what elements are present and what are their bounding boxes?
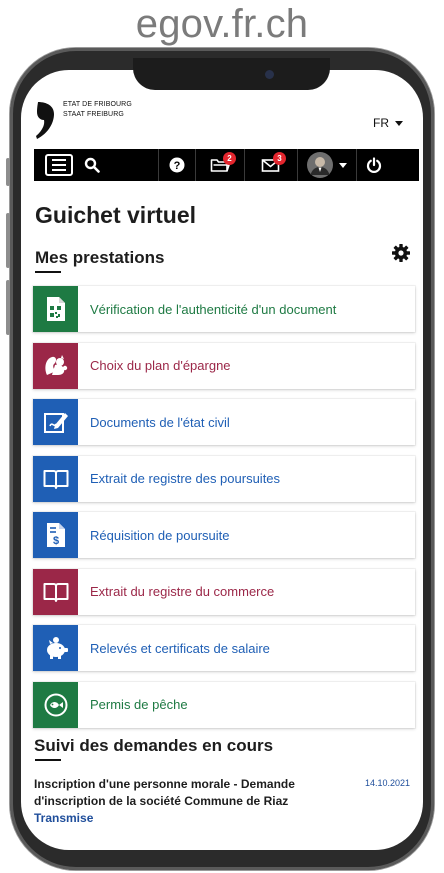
service-document-verification[interactable]: Vérification de l'authenticité d'un docu… bbox=[33, 286, 415, 332]
front-camera bbox=[265, 70, 274, 79]
help-button[interactable]: ? bbox=[159, 149, 195, 181]
open-book-icon bbox=[43, 469, 68, 489]
request-item[interactable]: Inscription d'une personne morale - Dema… bbox=[34, 776, 410, 827]
service-tile bbox=[33, 455, 78, 502]
svg-text:?: ? bbox=[174, 160, 181, 172]
request-date: 14.10.2021 bbox=[364, 778, 410, 788]
service-civil-status[interactable]: Documents de l'état civil bbox=[33, 399, 415, 445]
service-label: Documents de l'état civil bbox=[90, 414, 230, 430]
messages-badge: 3 bbox=[273, 152, 286, 165]
hamburger-icon bbox=[44, 154, 73, 176]
logo-text-fr: ETAT DE FRIBOURG bbox=[63, 101, 132, 108]
service-label: Extrait du registre du commerce bbox=[90, 584, 275, 599]
service-tile bbox=[33, 399, 78, 445]
top-navigation-bar: ? 2 3 bbox=[34, 149, 419, 181]
site-title: egov.fr.ch bbox=[135, 2, 309, 46]
phone-screen: ETAT DE FRIBOURG STAAT FREIBURG FR ? 2 3… bbox=[21, 70, 423, 850]
request-name: Inscription d'une personne morale - Dema… bbox=[34, 777, 295, 808]
service-label: Relevés et certificats de salaire bbox=[90, 640, 270, 656]
user-menu-button[interactable] bbox=[298, 149, 356, 181]
requests-heading: Suivi des demandes en cours bbox=[34, 736, 274, 755]
phone-side-button bbox=[6, 213, 10, 268]
messages-button[interactable]: 3 bbox=[245, 149, 297, 181]
services-heading: Mes prestations bbox=[35, 248, 165, 267]
phone-side-button bbox=[6, 280, 10, 335]
phone-notch bbox=[133, 58, 330, 90]
chevron-down-icon bbox=[339, 162, 347, 168]
help-circle-icon: ? bbox=[169, 157, 185, 173]
svg-text:$: $ bbox=[52, 535, 58, 547]
page-title: Guichet virtuel bbox=[35, 202, 197, 228]
service-tile bbox=[33, 681, 78, 728]
service-label: Réquisition de poursuite bbox=[90, 527, 230, 543]
service-fishing-permit[interactable]: Permis de pêche bbox=[33, 681, 415, 728]
settings-gear-icon[interactable] bbox=[391, 243, 411, 263]
open-book-icon bbox=[43, 582, 68, 602]
logo-text-de: STAAT FREIBURG bbox=[63, 111, 124, 118]
heading-underline bbox=[35, 759, 61, 761]
service-salary-statements[interactable]: Relevés et certificats de salaire bbox=[33, 625, 415, 671]
search-icon bbox=[84, 157, 100, 173]
service-label: Permis de pêche bbox=[90, 697, 188, 712]
service-label: Extrait de registre des poursuites bbox=[90, 471, 281, 486]
service-label: Choix du plan d'épargne bbox=[90, 358, 231, 373]
signature-document-icon bbox=[43, 413, 68, 433]
qr-document-icon bbox=[46, 297, 65, 321]
fribourg-comma-logo-icon bbox=[36, 102, 54, 139]
services-list: Vérification de l'authenticité d'un docu… bbox=[33, 286, 415, 738]
language-label: FR bbox=[373, 116, 389, 130]
service-tile bbox=[33, 286, 78, 332]
request-status: Transmise bbox=[34, 811, 94, 825]
service-tile bbox=[33, 625, 78, 671]
fribourg-logo[interactable]: ETAT DE FRIBOURG STAAT FREIBURG bbox=[35, 100, 155, 140]
documents-badge: 2 bbox=[223, 152, 236, 165]
chevron-down-icon bbox=[395, 120, 403, 126]
service-label: Vérification de l'authenticité d'un docu… bbox=[90, 301, 337, 317]
phone-side-button bbox=[6, 158, 10, 186]
service-tile bbox=[33, 568, 78, 615]
squirrel-icon bbox=[44, 354, 67, 375]
service-tile: $ bbox=[33, 512, 78, 558]
heading-underline bbox=[35, 271, 61, 273]
piggy-bank-icon bbox=[46, 637, 68, 659]
service-savings-plan[interactable]: Choix du plan d'épargne bbox=[33, 342, 415, 389]
service-prosecution-request[interactable]: $ Réquisition de poursuite bbox=[33, 512, 415, 558]
fish-icon bbox=[44, 693, 67, 716]
documents-button[interactable]: 2 bbox=[196, 149, 244, 181]
menu-button[interactable] bbox=[34, 149, 78, 181]
user-avatar bbox=[307, 152, 333, 178]
service-prosecution-register[interactable]: Extrait de registre des poursuites bbox=[33, 455, 415, 502]
language-selector[interactable]: FR bbox=[373, 116, 403, 130]
service-tile bbox=[33, 342, 78, 389]
search-button[interactable] bbox=[78, 149, 106, 181]
service-commercial-register[interactable]: Extrait du registre du commerce bbox=[33, 568, 415, 615]
power-icon bbox=[366, 157, 382, 173]
logout-button[interactable] bbox=[357, 149, 391, 181]
invoice-dollar-icon: $ bbox=[46, 523, 65, 547]
